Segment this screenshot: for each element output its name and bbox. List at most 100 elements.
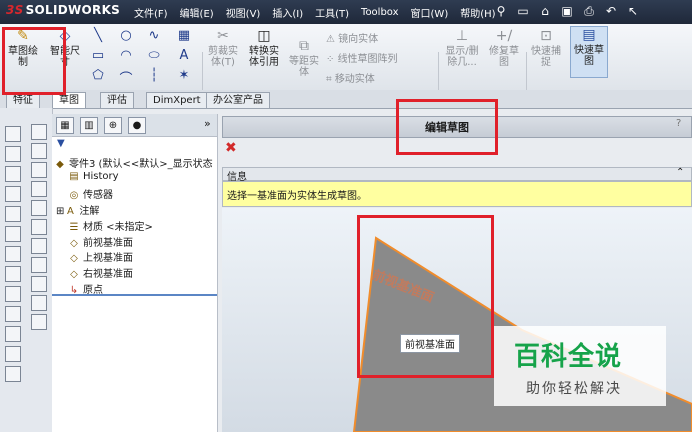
material-icon: ☰ — [69, 222, 79, 233]
arc-icon[interactable]: ◠ — [118, 48, 134, 63]
tree-item-annotations[interactable]: ⊞ A 注解 — [56, 202, 99, 217]
toolbar-icon[interactable] — [31, 219, 47, 235]
layer-icon[interactable] — [5, 366, 21, 382]
keyboard-icon[interactable] — [31, 314, 47, 330]
tab-evaluate[interactable]: 评估 — [100, 92, 134, 108]
toolbar-icon[interactable] — [31, 276, 47, 292]
convert-label: 转换实 体引用 — [249, 46, 279, 68]
menu-insert[interactable]: 插入(I) — [266, 5, 309, 20]
filter-icon[interactable]: ▼ — [57, 138, 65, 149]
line-icon[interactable]: ╲ — [90, 28, 106, 43]
linear-pattern-label: 线性草图阵列 — [337, 54, 398, 65]
expand-icon[interactable]: ⊞ — [56, 206, 64, 217]
ellipse-icon[interactable]: ⬭ — [146, 48, 162, 63]
box-icon[interactable] — [5, 186, 21, 202]
history-icon: ▤ — [69, 171, 79, 182]
property-tab-icon[interactable]: ▥ — [80, 117, 98, 134]
sketch-small-icon[interactable] — [5, 286, 21, 302]
tree-item-history[interactable]: ▤ History — [68, 171, 119, 182]
polygon-icon[interactable]: ⬠ — [90, 68, 106, 83]
mirror-entities[interactable]: ⚠ 镜向实体 — [326, 30, 378, 45]
toolbar-icon[interactable] — [31, 257, 47, 273]
toolbar-icon[interactable] — [31, 295, 47, 311]
menu-tools[interactable]: 工具(T) — [309, 5, 355, 20]
box-icon[interactable] — [5, 166, 21, 182]
relation-small-icon[interactable] — [5, 326, 21, 342]
mirror-label: 镜向实体 — [338, 34, 379, 45]
tree-item-material[interactable]: ☰ 材质 <未指定> — [68, 218, 153, 233]
select-icon[interactable]: ↖ — [624, 3, 642, 19]
toolbar-icon[interactable] — [31, 162, 47, 178]
display-delete-relations-button[interactable]: ⊥ 显示/删 除几... — [442, 28, 482, 68]
pin-icon[interactable]: ⚲ — [492, 3, 510, 19]
move-icon: ⌗ — [326, 74, 335, 85]
toolbar-icon[interactable] — [31, 143, 47, 159]
rectangle-icon[interactable]: ▭ — [90, 48, 106, 63]
grid-icon[interactable]: ▦ — [176, 28, 192, 43]
quick-snap-label: 快速捕 捉 — [531, 46, 561, 68]
tree-item-front-plane[interactable]: ◇ 前视基准面 — [68, 234, 133, 249]
tree-item-sensors[interactable]: ◎ 传感器 — [68, 186, 113, 201]
tree-root-part[interactable]: ◆ 零件3 (默认<<默认>_显示状态 — [54, 155, 213, 170]
expand-panel-icon[interactable]: » — [204, 117, 211, 130]
menu-toolbox[interactable]: Toolbox — [355, 7, 405, 18]
layer-icon[interactable] — [5, 346, 21, 362]
tree-root-label: 零件3 (默认<<默认>_显示状态 — [69, 159, 213, 170]
print-icon[interactable]: ⎙ — [580, 3, 598, 19]
tab-dimxpert[interactable]: DimXpert — [146, 92, 208, 108]
appearance-tab-icon[interactable]: ● — [128, 117, 146, 134]
feature-tree-tab-icon[interactable]: ▦ — [56, 117, 74, 134]
convert-entities-button[interactable]: ◫ 转换实 体引用 — [244, 28, 284, 68]
offset-entities-button[interactable]: ⧉ 等距实 体 — [286, 38, 322, 78]
toolbar-icon[interactable] — [31, 238, 47, 254]
table-icon[interactable] — [31, 124, 47, 140]
repair-sketch-button[interactable]: +∕ 修复草 图 — [486, 28, 522, 68]
box-icon[interactable] — [5, 246, 21, 262]
help-icon[interactable]: ? — [676, 118, 681, 129]
info-section-header[interactable] — [222, 167, 692, 181]
offset-label: 等距实 体 — [289, 56, 319, 78]
new-doc-icon[interactable]: ▭ — [514, 3, 532, 19]
snap-icon: ⊡ — [540, 28, 552, 44]
rapid-sketch-button[interactable]: ▤ 快速草 图 — [570, 26, 608, 78]
menu-file[interactable]: 文件(F) — [128, 5, 174, 20]
repair-small-icon[interactable] — [5, 306, 21, 322]
text-icon[interactable]: A — [176, 48, 192, 63]
menu-view[interactable]: 视图(V) — [220, 5, 267, 20]
linear-pattern[interactable]: ⁘ 线性草图阵列 — [326, 50, 398, 65]
box-icon[interactable] — [5, 146, 21, 162]
close-icon[interactable]: ✖ — [225, 140, 237, 156]
open-icon[interactable]: ⌂ — [536, 3, 554, 19]
box-icon[interactable] — [5, 126, 21, 142]
point-icon[interactable]: ✶ — [176, 68, 192, 83]
tree-item-top-plane[interactable]: ◇ 上视基准面 — [68, 249, 133, 264]
undo-icon[interactable]: ↶ — [602, 3, 620, 19]
fillet-icon[interactable]: ⌒ — [118, 68, 134, 87]
watermark-subtitle: 助你轻松解决 — [526, 381, 622, 397]
menu-edit[interactable]: 编辑(E) — [174, 5, 220, 20]
box-icon[interactable] — [5, 266, 21, 282]
quick-snap-button[interactable]: ⊡ 快速捕 捉 — [528, 28, 564, 68]
tab-office-products[interactable]: 办公室产品 — [206, 92, 270, 108]
info-message: 选择一基准面为实体生成草图。 — [227, 191, 367, 202]
panel-splitter[interactable] — [52, 294, 217, 296]
tree-item-right-plane[interactable]: ◇ 右视基准面 — [68, 265, 133, 280]
menu-bar: 文件(F) 编辑(E) 视图(V) 插入(I) 工具(T) Toolbox 窗口… — [128, 0, 502, 24]
toolbar-icon[interactable] — [31, 200, 47, 216]
tree-item-label: 右视基准面 — [83, 269, 133, 280]
spline-icon[interactable]: ∿ — [146, 28, 162, 43]
move-entities[interactable]: ⌗ 移动实体 — [326, 70, 375, 85]
menu-window[interactable]: 窗口(W) — [405, 5, 455, 20]
tree-item-label: History — [83, 171, 119, 182]
box-icon[interactable] — [5, 206, 21, 222]
circle-icon[interactable]: ○ — [118, 28, 134, 43]
trim-button[interactable]: ✂ 剪裁实 体(T) — [204, 28, 242, 68]
save-icon[interactable]: ▣ — [558, 3, 576, 19]
box-icon[interactable] — [5, 226, 21, 242]
collapse-icon[interactable]: ⌃ — [676, 167, 684, 178]
config-tab-icon[interactable]: ⊕ — [104, 117, 122, 134]
toolbar-icon[interactable] — [31, 181, 47, 197]
trim-icon: ✂ — [217, 28, 229, 44]
centerline-icon[interactable]: ┆ — [146, 68, 162, 83]
relations-icon: ⊥ — [455, 28, 469, 44]
